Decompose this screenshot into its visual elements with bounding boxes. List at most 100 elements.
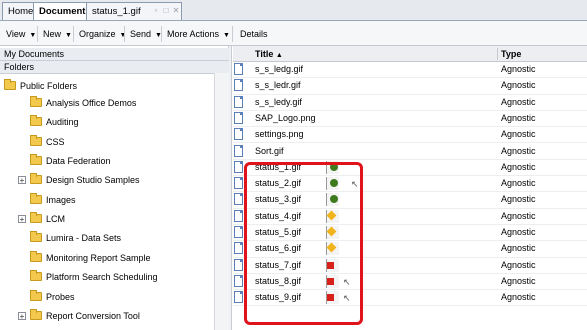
document-type: Agnostic [501,227,536,237]
folder-icon [30,309,42,320]
more-actions-menu[interactable]: More Actions ▼ [167,27,230,41]
table-row[interactable]: Sort.gif Agnostic [233,144,587,160]
document-type: Agnostic [501,210,536,221]
column-header-title[interactable]: Title ▲ [255,46,283,62]
my-documents-header[interactable]: My Documents [0,48,229,61]
tree-item-label: Auditing [46,117,79,127]
folder-icon [30,115,42,126]
document-type: Agnostic [501,96,536,107]
document-icon [234,177,243,190]
new-menu[interactable]: New ▼ [43,27,72,41]
document-icon [234,193,243,206]
view-label: View [6,29,26,39]
document-icon [234,95,243,108]
tree-item-label: Design Studio Samples [46,175,140,185]
folder-icon [30,193,42,204]
tree-item-label: Probes [46,292,75,302]
document-type: Agnostic [501,64,536,74]
restore-icon[interactable]: ▫ [151,6,161,16]
document-type: Agnostic [501,178,536,189]
folder-icon [30,212,42,223]
document-type: Agnostic [501,194,536,205]
document-icon [234,258,243,271]
tree-item-label: Data Federation [46,156,111,166]
document-type: Agnostic [501,243,536,254]
folder-icon [4,79,16,90]
panel-splitter[interactable] [229,46,232,330]
column-divider[interactable] [497,48,498,60]
document-title[interactable]: SAP_Logo.png [255,111,316,126]
document-icon [234,226,243,238]
organize-menu[interactable]: Organize ▼ [79,27,126,41]
document-type: Agnostic [501,112,536,123]
folder-icon [30,173,42,184]
document-title[interactable]: settings.png [255,127,304,142]
document-title[interactable]: s_s_ledr.gif [255,78,301,93]
document-icon [234,291,243,304]
document-icon [234,63,243,75]
document-title[interactable]: s_s_ledy.gif [255,95,302,110]
dropdown-arrow-icon: ▼ [223,32,230,39]
send-menu[interactable]: Send ▼ [130,27,162,41]
folder-icon [30,270,42,281]
expand-icon[interactable]: + [18,176,26,185]
view-menu[interactable]: View ▼ [6,27,36,41]
toolbar-divider [37,26,38,42]
document-icon [234,128,243,141]
document-type: Agnostic [501,145,536,156]
tree-item-label: Platform Search Scheduling [46,272,158,282]
column-header-label: Title [255,49,274,59]
toolbar-divider [124,26,125,42]
table-row[interactable]: s_s_ledg.gif Agnostic [233,62,587,79]
table-header: Title ▲ Type [233,46,587,62]
close-icon[interactable]: ✕ [171,6,181,16]
tab-label: status_1.gif [92,6,141,17]
table-row[interactable]: settings.png Agnostic [233,127,587,144]
document-icon [234,160,243,173]
toolbar-divider [161,26,162,42]
tab-status-1-gif[interactable]: status_1.gif ▫ □ ✕ [86,2,182,20]
tree-item-label: Images [46,195,76,205]
new-label: New [43,29,62,39]
document-type: Agnostic [501,80,536,91]
toolbar-divider [232,26,233,42]
document-type: Agnostic [501,292,536,303]
document-type: Agnostic [501,129,536,140]
details-button[interactable]: Details [240,27,268,41]
tree-item-label: LCM [46,214,66,224]
tab-strip: Home Documents status_1.gif ▫ □ ✕ [0,0,587,21]
tree-item-label: CSS [46,137,65,147]
more-actions-label: More Actions [167,29,220,39]
send-label: Send [130,29,152,39]
dropdown-arrow-icon: ▼ [29,32,37,39]
folder-icon [30,290,42,301]
sort-ascending-icon: ▲ [275,52,283,59]
tree-item-label: Analysis Office Demos [46,98,137,108]
document-title[interactable]: s_s_ledg.gif [255,62,303,77]
document-type: Agnostic [501,161,536,172]
document-icon [234,274,243,287]
tree-item-label: Report Conversion Tool [46,311,140,321]
maximize-icon[interactable]: □ [161,6,171,16]
expand-icon[interactable]: + [18,215,26,224]
toolbar-divider [73,26,74,42]
document-icon [234,242,243,255]
column-header-type[interactable]: Type [501,46,521,62]
table-row[interactable]: SAP_Logo.png Agnostic [233,111,587,128]
document-icon [234,111,243,124]
tree-item-label: Lumira - Data Sets [46,233,122,243]
expand-icon[interactable]: + [18,312,26,321]
table-row[interactable]: s_s_ledr.gif Agnostic [233,78,587,95]
document-icon [234,79,243,92]
document-icon [234,209,243,222]
folder-tree-scrollbar[interactable] [214,73,229,330]
document-icon [234,144,243,157]
folder-icon [30,96,42,107]
dropdown-arrow-icon: ▼ [65,32,72,39]
document-title[interactable]: Sort.gif [255,144,284,159]
folder-icon [30,154,42,165]
document-type: Agnostic [501,259,536,270]
folders-header[interactable]: Folders [0,61,229,74]
toolbar: View ▼ New ▼ Organize ▼ Send ▼ More Actions ▼… [0,21,587,46]
table-row[interactable]: s_s_ledy.gif Agnostic [233,95,587,111]
